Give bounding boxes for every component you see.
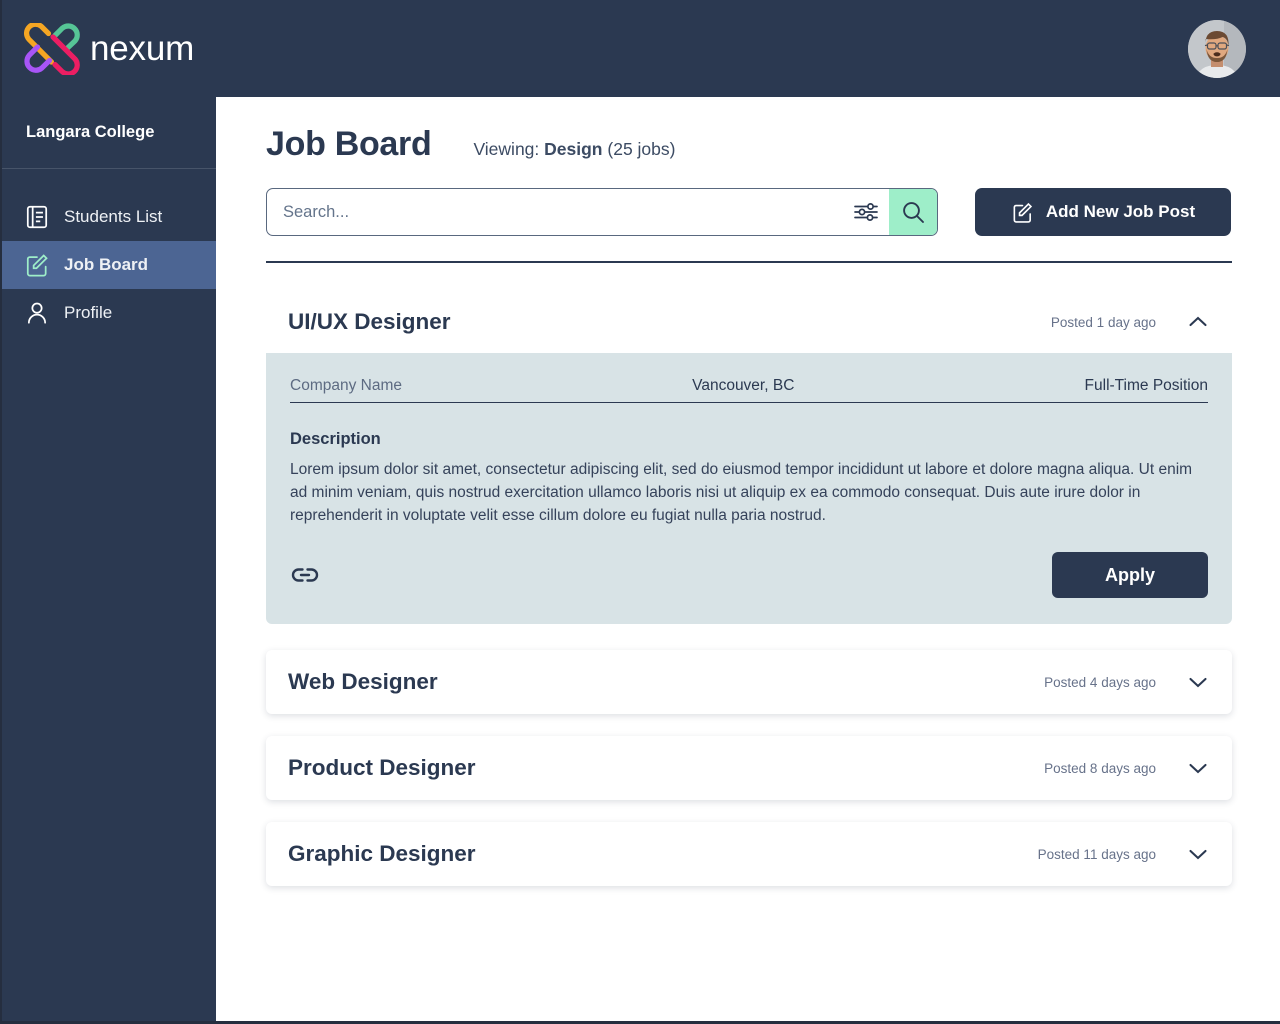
job-card-actions: Apply (290, 552, 1208, 598)
job-type: Full-Time Position (1084, 377, 1208, 394)
job-card-expanded: UI/UX Designer Posted 1 day ago Company … (266, 291, 1232, 624)
add-new-job-post-label: Add New Job Post (1045, 202, 1196, 221)
job-location: Vancouver, BC (692, 377, 795, 394)
job-title: UI/UX Designer (288, 309, 451, 334)
sidebar-item-label: Profile (64, 303, 113, 322)
org-name: Langara College (26, 123, 155, 141)
viewing-prefix: Viewing: (473, 139, 540, 159)
description-label: Description (290, 430, 381, 448)
person-icon (28, 302, 46, 324)
chevron-up-icon[interactable] (1186, 310, 1210, 334)
page-header: Job Board Viewing: Design (25 jobs) (266, 125, 1232, 164)
job-posted-date: Posted 4 days ago (1044, 674, 1156, 690)
brand-logo-group[interactable]: nexum (24, 22, 195, 75)
job-card-header[interactable]: UI/UX Designer Posted 1 day ago (266, 291, 1232, 353)
job-card-collapsed[interactable]: Product Designer Posted 8 days ago (266, 736, 1232, 800)
controls-row: Add New Job Post (266, 188, 1232, 236)
job-posted-date: Posted 11 days ago (1037, 846, 1156, 862)
sidebar-nav: Students List Job Board Profile (2, 169, 216, 337)
app-root: nexum Langara College Students List Job … (0, 0, 1280, 1024)
chevron-down-icon[interactable] (1186, 756, 1210, 780)
job-card-body: Company Name Vancouver, BC Full-Time Pos… (266, 353, 1232, 624)
chain-link-icon (291, 568, 319, 582)
sidebar: Langara College Students List Job Board (2, 97, 216, 1021)
job-title: Web Designer (288, 669, 438, 694)
chevron-down-icon[interactable] (1186, 670, 1210, 694)
viewing-category: Design (544, 139, 603, 159)
brand-name: nexum (90, 28, 195, 68)
sidebar-item-students-list[interactable]: Students List (2, 193, 216, 241)
header-divider (266, 261, 1232, 263)
pencil-edit-icon (26, 254, 48, 277)
sidebar-item-job-board[interactable]: Job Board (2, 241, 216, 289)
sidebar-item-label: Students List (64, 207, 163, 226)
search-bar (266, 188, 938, 236)
job-posted-date: Posted 8 days ago (1044, 760, 1156, 776)
job-list: UI/UX Designer Posted 1 day ago Company … (266, 291, 1232, 886)
job-title: Graphic Designer (288, 841, 476, 866)
sidebar-item-label: Job Board (64, 255, 149, 274)
list-document-icon (26, 205, 48, 229)
job-card-header[interactable]: Product Designer Posted 8 days ago (266, 736, 1232, 800)
main-content: Job Board Viewing: Design (25 jobs) Sear… (216, 97, 1280, 1021)
add-new-job-post-button[interactable]: Add New Job Post (975, 188, 1231, 236)
job-meta-row: Company Name Vancouver, BC Full-Time Pos… (290, 377, 1208, 403)
filter-button[interactable] (843, 189, 889, 235)
magnifier-search-icon (902, 201, 924, 223)
viewing-status: Viewing: Design (25 jobs) (473, 139, 675, 160)
pencil-edit-icon (1013, 202, 1032, 223)
chevron-down-icon[interactable] (1186, 842, 1210, 866)
org-block: Langara College (2, 97, 216, 169)
job-card-header[interactable]: Graphic Designer Posted 11 days ago (266, 822, 1232, 886)
job-card-header-right: Posted 1 day ago (1051, 310, 1210, 334)
job-card-header-right: Posted 4 days ago (1044, 670, 1210, 694)
job-card-header-right: Posted 11 days ago (1038, 842, 1210, 866)
job-card-collapsed[interactable]: Graphic Designer Posted 11 days ago (266, 822, 1232, 886)
page-title: Job Board (266, 125, 432, 163)
top-bar: nexum (2, 0, 1280, 97)
copy-link-button[interactable] (290, 562, 320, 588)
nexum-interlocking-loops-logo-icon (24, 22, 80, 75)
job-card-header-right: Posted 8 days ago (1044, 756, 1210, 780)
sliders-filter-icon (854, 203, 878, 221)
search-button[interactable] (889, 189, 937, 235)
job-card-header[interactable]: Web Designer Posted 4 days ago (266, 650, 1232, 714)
user-avatar-photo-icon (1188, 19, 1246, 78)
job-card-collapsed[interactable]: Web Designer Posted 4 days ago (266, 650, 1232, 714)
job-posted-date: Posted 1 day ago (1050, 314, 1156, 330)
apply-button[interactable]: Apply (1052, 552, 1208, 598)
job-description: Lorem ipsum dolor sit amet, consectetur … (290, 461, 1193, 524)
viewing-count: (25 jobs) (607, 139, 676, 159)
job-company-name: Company Name (290, 377, 402, 394)
sidebar-item-profile[interactable]: Profile (2, 289, 216, 337)
search-input[interactable] (267, 189, 843, 235)
job-title: Product Designer (288, 755, 476, 780)
avatar[interactable] (1188, 19, 1246, 78)
